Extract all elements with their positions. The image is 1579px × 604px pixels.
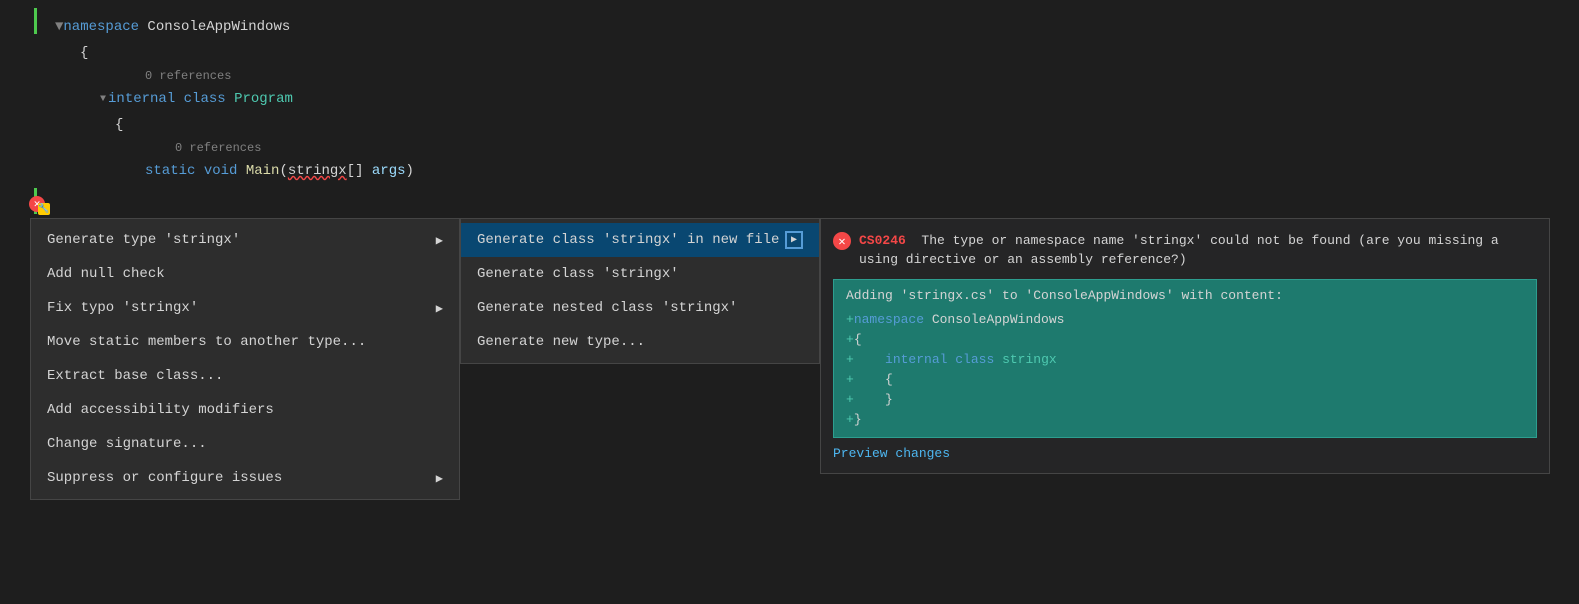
code-line-class: ▼ internal class Program — [0, 86, 1579, 112]
context-menu-level1: Generate type 'stringx' ▶ Add null check… — [30, 218, 460, 500]
menu-item-generate-type[interactable]: Generate type 'stringx' ▶ — [31, 223, 459, 257]
references-2: 0 references — [175, 141, 261, 155]
menu-item-move-static[interactable]: Move static members to another type... — [31, 325, 459, 359]
class-name-program: Program — [234, 91, 293, 107]
menu-item-label: Change signature... — [47, 436, 207, 452]
submenu-item-gen-new-type[interactable]: Generate new type... — [461, 325, 819, 359]
menu-item-label: Add null check — [47, 266, 165, 282]
error-icon: ✕ — [833, 232, 851, 250]
keyword-class: class — [184, 91, 226, 107]
code-line-namespace: ▼ namespace ConsoleAppWindows — [0, 14, 1579, 40]
collapse-arrow-2: ▼ — [100, 94, 106, 105]
info-panel: ✕ CS0246 The type or namespace name 'str… — [820, 218, 1550, 474]
preview-line-6: + } — [846, 409, 1524, 429]
error-gutter-container[interactable]: ✕ 🔧 — [26, 193, 48, 215]
menu-item-label: Fix typo 'stringx' — [47, 300, 198, 316]
submenu-item-label: Generate new type... — [477, 334, 645, 350]
menu-item-label: Add accessibility modifiers — [47, 402, 274, 418]
keyword-void: void — [204, 163, 238, 179]
submenu-arrow-icon: ▶ — [436, 233, 443, 248]
menu-item-add-null-check[interactable]: Add null check — [31, 257, 459, 291]
menu-item-label: Extract base class... — [47, 368, 223, 384]
code-line-brace2: { — [0, 112, 1579, 138]
menu-item-add-accessibility[interactable]: Add accessibility modifiers — [31, 393, 459, 427]
error-message-text: The type or namespace name 'stringx' cou… — [859, 233, 1499, 267]
code-line-brace1: { — [0, 40, 1579, 66]
menu-item-suppress[interactable]: Suppress or configure issues ▶ — [31, 461, 459, 495]
error-description: CS0246 The type or namespace name 'strin… — [859, 231, 1537, 269]
submenu-item-gen-nested-class[interactable]: Generate nested class 'stringx' — [461, 291, 819, 325]
wrench-icon: 🔧 — [38, 203, 50, 215]
menu-item-fix-typo[interactable]: Fix typo 'stringx' ▶ — [31, 291, 459, 325]
code-preview-header: Adding 'stringx.cs' to 'ConsoleAppWindow… — [846, 288, 1524, 303]
preview-line-5: + } — [846, 389, 1524, 409]
submenu-item-gen-class[interactable]: Generate class 'stringx' — [461, 257, 819, 291]
code-line-main: static void Main ( stringx [] args ) — [0, 158, 1579, 184]
code-preview-block: Adding 'stringx.cs' to 'ConsoleAppWindow… — [833, 279, 1537, 438]
preview-line-1: + namespace ConsoleAppWindows — [846, 309, 1524, 329]
namespace-name: ConsoleAppWindows — [139, 19, 290, 35]
method-name-main: Main — [246, 163, 280, 179]
code-line-ref1: 0 references — [0, 66, 1579, 86]
references-1: 0 references — [145, 69, 231, 83]
submenu-item-label: Generate nested class 'stringx' — [477, 300, 737, 316]
menu-item-change-signature[interactable]: Change signature... — [31, 427, 459, 461]
preview-line-3: + internal class stringx — [846, 349, 1524, 369]
submenu-arrow-icon: ▶ — [436, 301, 443, 316]
info-panel-header: ✕ CS0246 The type or namespace name 'str… — [833, 231, 1537, 269]
preview-line-4: + { — [846, 369, 1524, 389]
param-args: args — [363, 163, 405, 179]
submenu-item-gen-class-new-file[interactable]: Generate class 'stringx' in new file ▶ — [461, 223, 819, 257]
menu-item-label: Move static members to another type... — [47, 334, 366, 350]
menu-item-label: Generate type 'stringx' — [47, 232, 240, 248]
keyword-static: static — [145, 163, 195, 179]
context-submenu-level2: Generate class 'stringx' in new file ▶ G… — [460, 218, 820, 364]
code-line-ref2: 0 references — [0, 138, 1579, 158]
submenu-arrow-icon: ▶ — [436, 471, 443, 486]
green-bar-1 — [34, 8, 37, 34]
type-stringx: stringx — [288, 163, 347, 179]
preview-changes-link[interactable]: Preview changes — [833, 446, 1537, 461]
preview-line-2: + { — [846, 329, 1524, 349]
keyword-namespace: namespace — [63, 19, 139, 35]
error-code-badge: CS0246 — [859, 233, 906, 248]
submenu-item-label: Generate class 'stringx' in new file — [477, 232, 779, 248]
keyword-internal: internal — [108, 91, 175, 107]
menu-item-extract-base[interactable]: Extract base class... — [31, 359, 459, 393]
submenu-item-label: Generate class 'stringx' — [477, 266, 679, 282]
error-gutter-icon: ✕ 🔧 — [29, 196, 45, 212]
collapse-arrow: ▼ — [55, 19, 63, 35]
menu-item-label: Suppress or configure issues — [47, 470, 282, 486]
code-editor: ▼ namespace ConsoleAppWindows { 0 refere… — [0, 0, 1579, 230]
submenu-arrow-box-icon: ▶ — [785, 231, 803, 249]
